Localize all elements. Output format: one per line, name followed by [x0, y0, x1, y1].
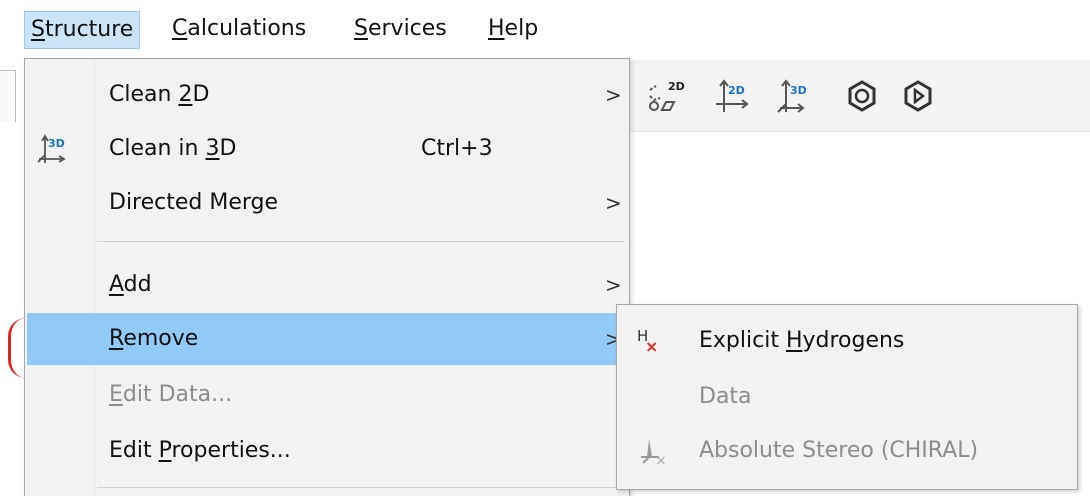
- menu-item-clean-in-3d[interactable]: 3D Clean in 3D Ctrl+3: [27, 123, 627, 175]
- svg-text:2D: 2D: [728, 84, 745, 97]
- clean-3d-icon: 3D: [35, 131, 71, 167]
- svg-text:×: ×: [645, 337, 658, 356]
- menu-item-clean-2d[interactable]: Clean 2D >: [27, 69, 627, 121]
- explicit-hydrogens-label: Explicit Hydrogens: [699, 328, 905, 353]
- menu-item-edit-data: Edit Data...: [27, 369, 627, 421]
- clean-2d-toolbar-icon[interactable]: 2D: [646, 76, 686, 116]
- remove-hydrogen-icon: H ×: [635, 325, 671, 357]
- submenu-arrow-icon: >: [605, 83, 622, 107]
- clean-2d-label: Clean 2D: [109, 82, 210, 107]
- add-label: Add: [109, 272, 152, 297]
- remove-label: Remove: [109, 326, 199, 351]
- clean-3d-label: Clean in 3D: [109, 136, 237, 161]
- background-panel-edge: [0, 70, 16, 122]
- structure-toolbar: 2D 2D 3D: [628, 60, 1090, 132]
- menu-separator: [97, 487, 625, 488]
- menu-item-remove[interactable]: Remove >: [27, 313, 627, 365]
- menu-item-edit-properties[interactable]: Edit Properties...: [27, 425, 627, 477]
- clean-2d-axis-icon[interactable]: 2D: [712, 76, 752, 116]
- menu-services[interactable]: Services: [348, 11, 453, 49]
- menu-separator: [97, 241, 625, 242]
- aromatize-icon[interactable]: [842, 76, 882, 116]
- edit-data-label: Edit Data...: [109, 382, 233, 407]
- structure-menu-dropdown: Clean 2D > 3D Clean in 3D Ctrl+3 Directe…: [24, 58, 630, 496]
- svg-text:3D: 3D: [48, 137, 65, 150]
- remove-stereo-icon: ×: [635, 435, 671, 469]
- menu-structure[interactable]: Structure: [24, 11, 141, 49]
- dearomatize-icon[interactable]: [898, 76, 938, 116]
- menu-help[interactable]: Help: [482, 11, 544, 49]
- menu-bar: Structure Calculations Services Help: [0, 0, 1090, 58]
- menu-item-directed-merge[interactable]: Directed Merge >: [27, 177, 627, 229]
- submenu-item-explicit-hydrogens[interactable]: H × Explicit Hydrogens: [617, 315, 1077, 367]
- submenu-item-absolute-stereo: × Absolute Stereo (CHIRAL): [617, 425, 1077, 477]
- svg-text:×: ×: [655, 453, 667, 467]
- svg-text:3D: 3D: [790, 84, 807, 97]
- menu-item-add[interactable]: Add >: [27, 259, 627, 311]
- submenu-item-data: Data: [699, 384, 752, 409]
- clean-3d-shortcut: Ctrl+3: [421, 136, 493, 161]
- remove-submenu: H × Explicit Hydrogens Data × Absolute S…: [616, 304, 1078, 490]
- submenu-arrow-icon: >: [605, 191, 622, 215]
- clean-3d-axis-icon[interactable]: 3D: [774, 76, 814, 116]
- edit-properties-label: Edit Properties...: [109, 438, 291, 463]
- menu-calculations[interactable]: Calculations: [166, 11, 312, 49]
- svg-text:2D: 2D: [668, 80, 685, 93]
